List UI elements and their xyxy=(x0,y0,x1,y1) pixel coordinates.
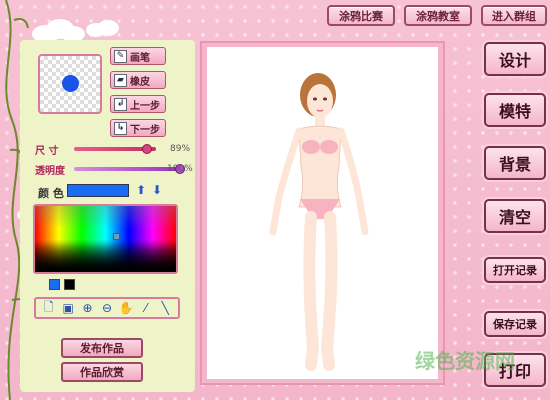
opacity-slider[interactable] xyxy=(74,167,180,171)
open-record-button[interactable]: 打开记录 xyxy=(484,257,546,283)
design-button[interactable]: 设计 xyxy=(484,42,546,76)
pencil-icon: ✎ xyxy=(114,49,127,63)
redo-label: 下一步 xyxy=(130,124,160,136)
eraser-icon: ▰ xyxy=(114,73,127,87)
eraser-button[interactable]: ▰ 橡皮 xyxy=(110,71,166,89)
undo-button[interactable]: ↲ 上一步 xyxy=(110,95,166,113)
arrow-up-icon[interactable]: ⬆ xyxy=(136,183,146,197)
current-color-swatch xyxy=(67,184,129,197)
model-figure xyxy=(269,73,369,371)
brush-preview xyxy=(38,54,102,114)
undo-icon: ↲ xyxy=(114,97,127,111)
zoom-in-icon[interactable]: ⊕ xyxy=(80,301,95,316)
size-label: 尺 寸 xyxy=(35,146,59,157)
hand-icon[interactable]: ✋ xyxy=(119,301,134,316)
fit-screen-icon[interactable]: ▣ xyxy=(61,301,76,316)
redo-button[interactable]: ↳ 下一步 xyxy=(110,119,166,137)
undo-label: 上一步 xyxy=(130,100,160,112)
line-icon[interactable]: ╲ xyxy=(158,301,173,316)
color-picker[interactable] xyxy=(33,204,178,274)
join-group-button[interactable]: 进入群组 xyxy=(481,5,547,26)
opacity-value: 100% xyxy=(167,164,193,174)
zoom-out-icon[interactable]: ⊖ xyxy=(99,301,114,316)
save-record-button[interactable]: 保存记录 xyxy=(484,311,546,337)
color-picker-cursor[interactable] xyxy=(113,233,120,240)
classroom-button[interactable]: 涂鸦教室 xyxy=(404,5,472,26)
arrow-down-icon[interactable]: ⬇ xyxy=(152,183,162,197)
contest-button[interactable]: 涂鸦比赛 xyxy=(327,5,395,26)
brush-label: 画笔 xyxy=(130,52,150,64)
wand-icon[interactable]: ⁄ xyxy=(138,301,153,316)
new-page-icon[interactable]: 🗋 xyxy=(41,300,56,316)
size-slider-handle[interactable] xyxy=(141,144,152,154)
background-button[interactable]: 背景 xyxy=(484,146,546,180)
color-picker-shade xyxy=(35,206,176,272)
recent-color-swatch[interactable] xyxy=(64,279,75,290)
watermark: 绿色资源网 xyxy=(415,349,515,373)
eraser-label: 橡皮 xyxy=(130,76,150,88)
opacity-label: 透明度 xyxy=(35,166,65,177)
gallery-button[interactable]: 作品欣赏 xyxy=(61,362,143,382)
color-label: 颜 色 xyxy=(38,187,64,200)
model-button[interactable]: 模特 xyxy=(484,93,546,127)
brush-button[interactable]: ✎ 画笔 xyxy=(110,47,166,65)
cloud-decoration xyxy=(86,20,119,37)
size-value: 89% xyxy=(170,144,191,154)
brush-preview-dot xyxy=(62,75,79,92)
drawing-canvas[interactable] xyxy=(207,47,438,379)
publish-button[interactable]: 发布作品 xyxy=(61,338,143,358)
redo-icon: ↳ xyxy=(114,121,127,135)
canvas-toolbar: 🗋 ▣ ⊕ ⊖ ✋ ⁄ ╲ xyxy=(34,297,180,319)
clear-button[interactable]: 清空 xyxy=(484,199,546,233)
recent-color-swatch[interactable] xyxy=(49,279,60,290)
